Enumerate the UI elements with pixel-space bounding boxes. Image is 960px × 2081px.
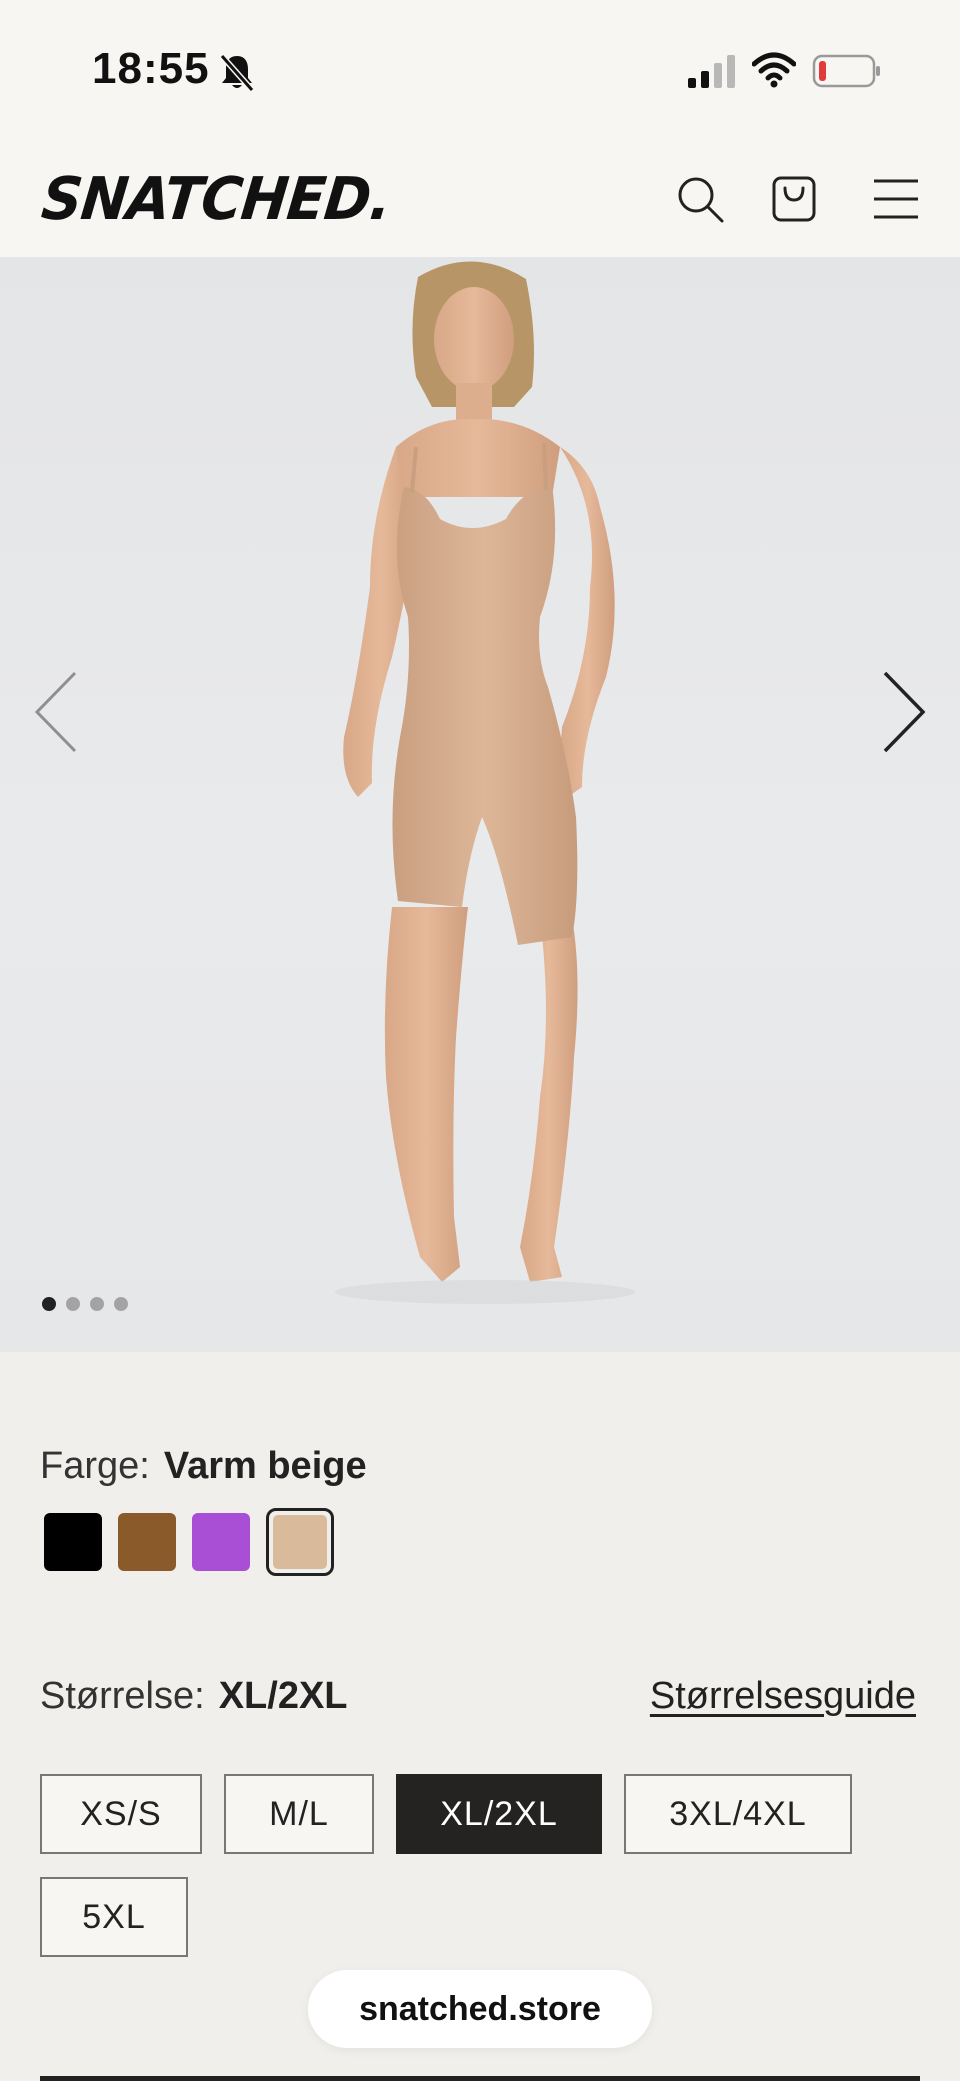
previous-image-button[interactable] bbox=[16, 657, 96, 767]
size-option-m-l[interactable]: M/L bbox=[224, 1774, 374, 1854]
size-row: Størrelse: XL/2XL Størrelsesguide bbox=[40, 1675, 916, 1725]
color-swatch-warm-beige[interactable] bbox=[266, 1508, 334, 1576]
selected-size-value: XL/2XL bbox=[218, 1675, 348, 1717]
browser-url-bar[interactable]: snatched.store bbox=[308, 1970, 652, 2048]
divider bbox=[40, 2076, 920, 2081]
search-button[interactable] bbox=[670, 169, 730, 229]
color-swatches bbox=[44, 1508, 334, 1576]
pagination-dot[interactable] bbox=[42, 1297, 56, 1311]
pagination-dot[interactable] bbox=[66, 1297, 80, 1311]
gallery-pagination bbox=[42, 1297, 128, 1311]
next-image-button[interactable] bbox=[864, 657, 944, 767]
size-option-5xl[interactable]: 5XL bbox=[40, 1877, 188, 1957]
size-guide-link[interactable]: Størrelsesguide bbox=[650, 1675, 916, 1718]
color-swatch-black[interactable] bbox=[44, 1513, 102, 1571]
pagination-dot[interactable] bbox=[114, 1297, 128, 1311]
status-time: 18:55 bbox=[92, 44, 210, 93]
status-bar: 18:55 bbox=[0, 0, 960, 145]
battery-icon bbox=[812, 54, 880, 88]
search-icon bbox=[678, 177, 724, 223]
site-header: SNATCHED. bbox=[0, 145, 960, 257]
menu-button[interactable] bbox=[866, 169, 926, 229]
product-image bbox=[335, 261, 635, 1304]
size-option-xl-2xl[interactable]: XL/2XL bbox=[396, 1774, 602, 1854]
color-swatch-purple[interactable] bbox=[192, 1513, 250, 1571]
color-label: Farge: Varm beige bbox=[40, 1445, 367, 1488]
size-option-3xl-4xl[interactable]: 3XL/4XL bbox=[624, 1774, 852, 1854]
bell-slash-icon bbox=[219, 54, 255, 92]
wifi-icon bbox=[752, 52, 796, 88]
color-swatch-brown[interactable] bbox=[118, 1513, 176, 1571]
color-label-text: Farge: bbox=[40, 1445, 150, 1487]
brand-logo[interactable]: SNATCHED. bbox=[38, 165, 394, 233]
cart-button[interactable] bbox=[764, 169, 824, 229]
pagination-dot[interactable] bbox=[90, 1297, 104, 1311]
product-image-gallery[interactable] bbox=[0, 257, 960, 1352]
signal-icon bbox=[688, 55, 735, 88]
selected-color-value: Varm beige bbox=[163, 1445, 367, 1487]
size-label: Størrelse: XL/2XL bbox=[40, 1675, 348, 1718]
chevron-right-icon bbox=[883, 671, 926, 753]
size-label-text: Størrelse: bbox=[40, 1675, 205, 1717]
hamburger-menu-icon bbox=[874, 179, 918, 219]
size-option-xs-s[interactable]: XS/S bbox=[40, 1774, 202, 1854]
shopping-bag-icon bbox=[772, 176, 816, 222]
chevron-left-icon bbox=[34, 671, 77, 753]
